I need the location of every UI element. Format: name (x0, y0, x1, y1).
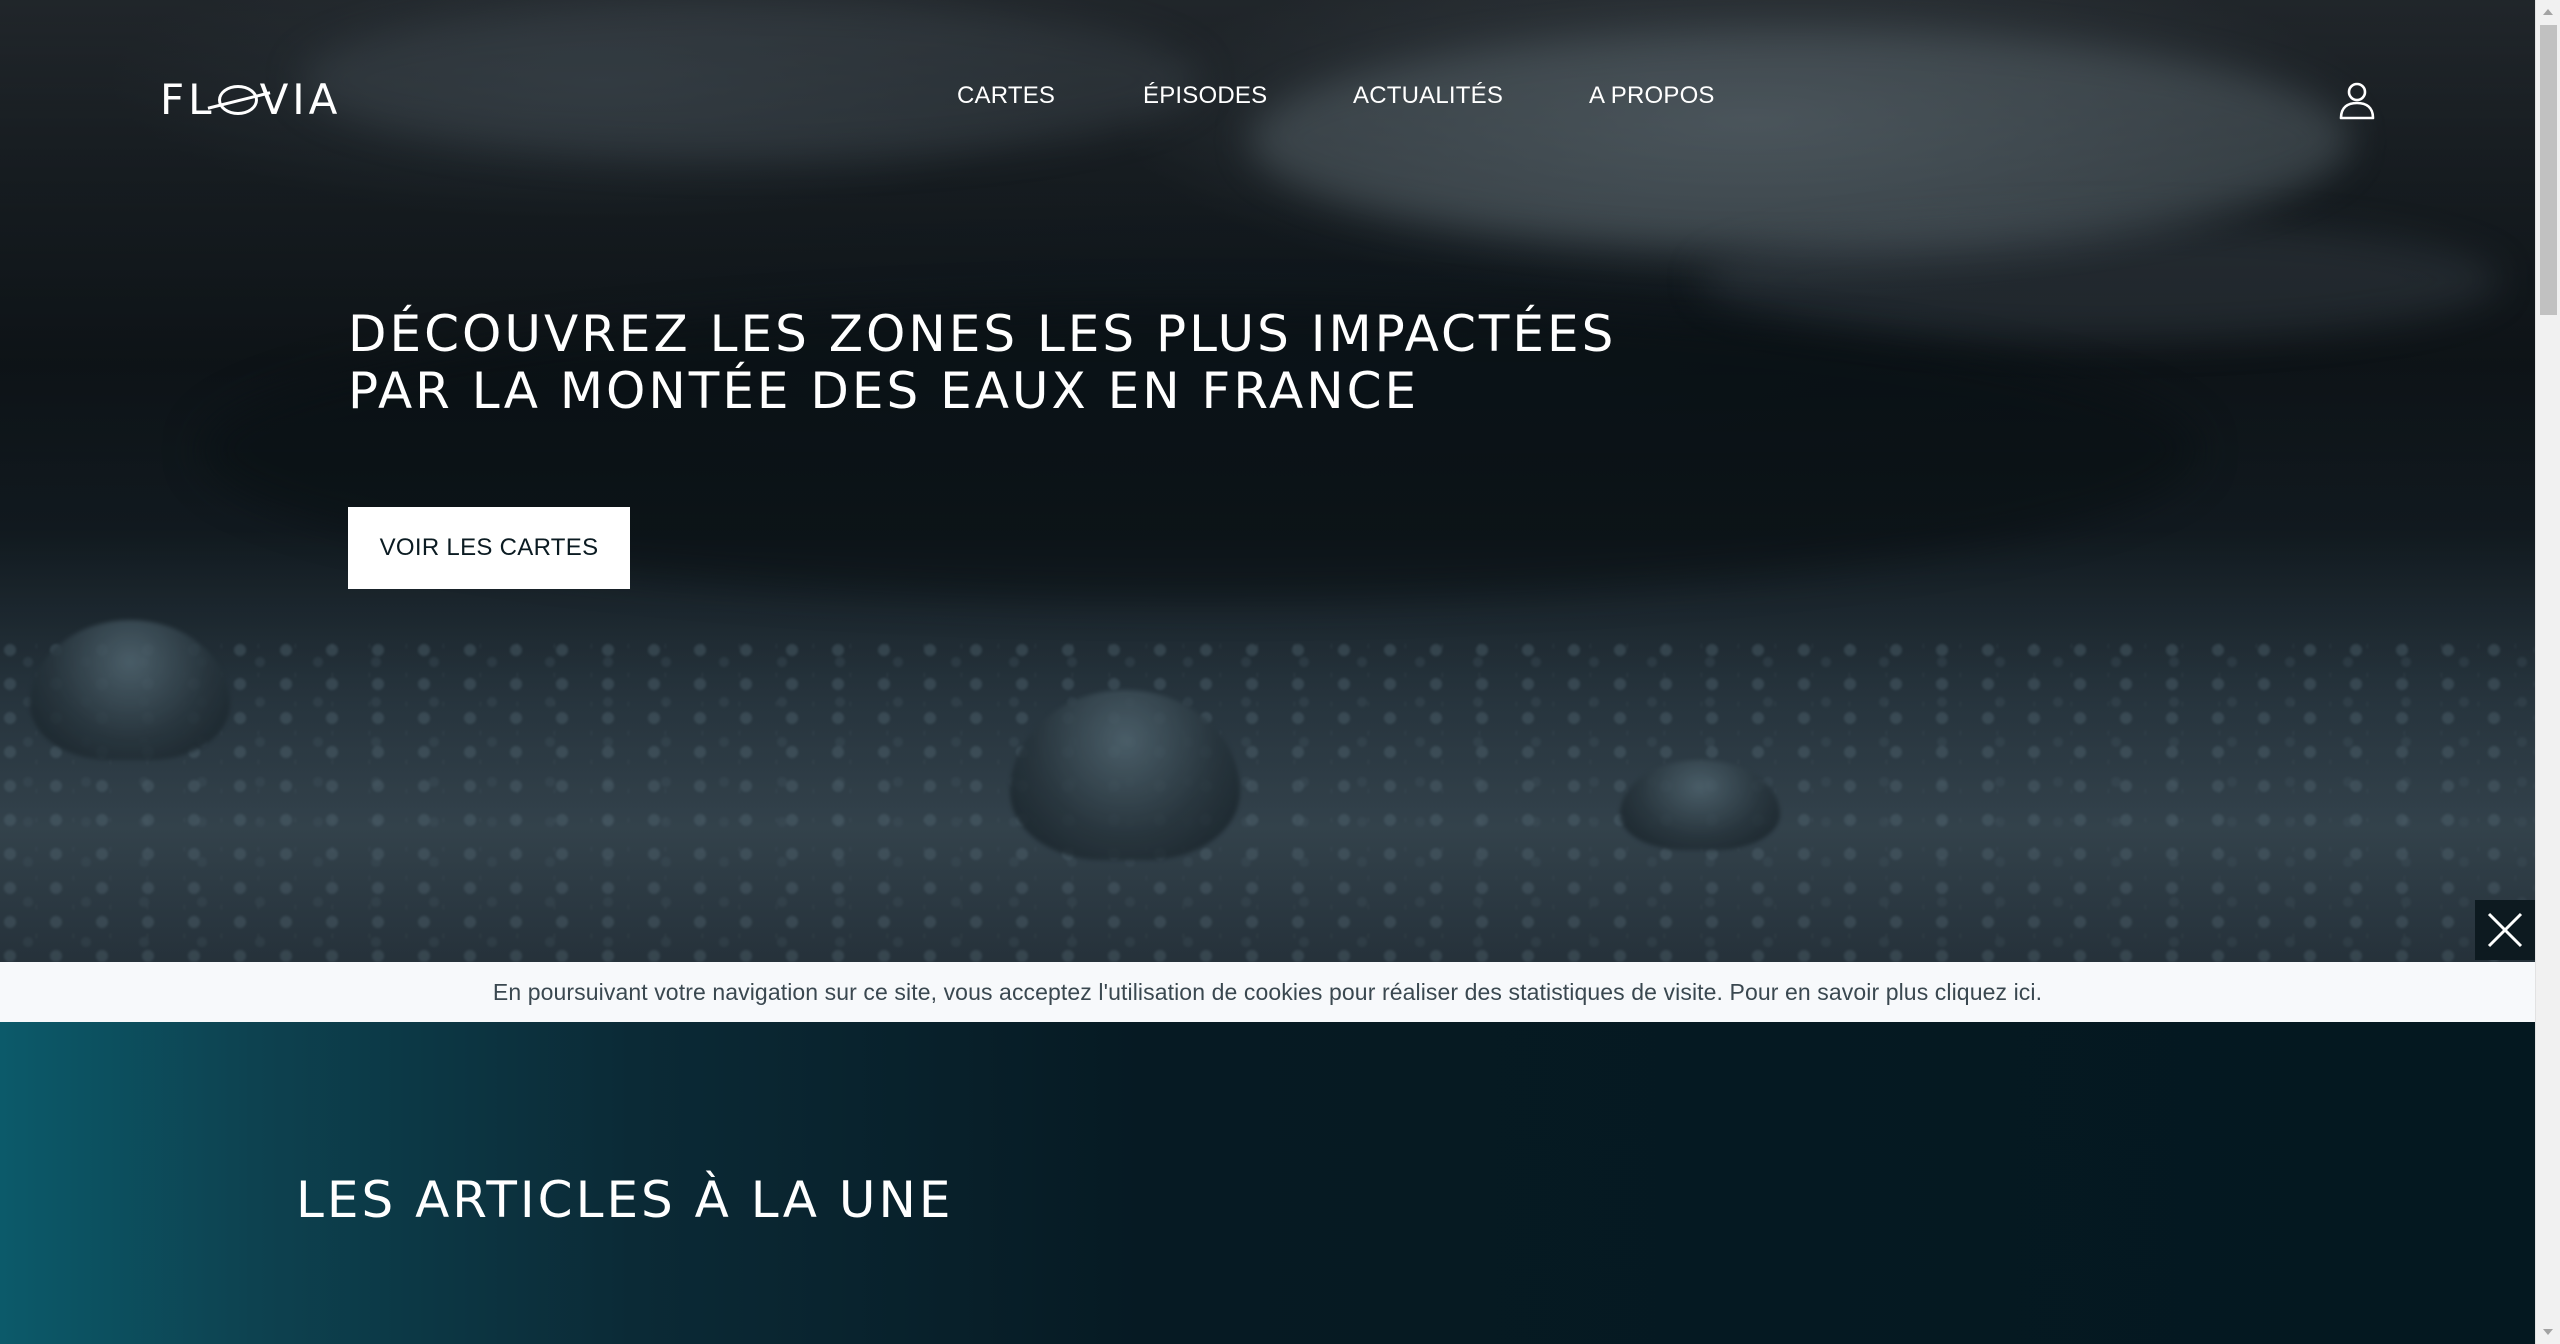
logo-text-left: FL (160, 75, 216, 124)
featured-articles-section: LES ARTICLES À LA UNE (0, 1022, 2535, 1344)
hero-title: DÉCOUVREZ LES ZONES LES PLUS IMPACTÉES P… (348, 305, 1617, 420)
logo[interactable]: FL VIA (160, 76, 341, 124)
logo-o-mark (217, 84, 258, 115)
view-maps-button[interactable]: VOIR LES CARTES (348, 507, 630, 589)
cookie-text[interactable]: En poursuivant votre navigation sur ce s… (493, 979, 2042, 1006)
close-icon (2487, 912, 2523, 948)
nav-item-actualites[interactable]: ACTUALITÉS (1353, 80, 1503, 112)
cookie-banner: En poursuivant votre navigation sur ce s… (0, 962, 2535, 1022)
nav-item-a-propos[interactable]: A PROPOS (1589, 80, 1715, 112)
scrollbar[interactable] (2535, 0, 2560, 1344)
hero-section: FL VIA CARTES ÉPISODES ACTUALITÉS A PROPO… (0, 0, 2535, 962)
logo-text-right: VIA (259, 75, 342, 124)
scroll-up-icon[interactable] (2543, 9, 2553, 15)
nav-item-cartes[interactable]: CARTES (957, 80, 1055, 112)
section-title: LES ARTICLES À LA UNE (296, 1171, 954, 1229)
hero-overlay (0, 0, 2535, 962)
cookie-close-button[interactable] (2475, 900, 2535, 960)
nav-item-episodes[interactable]: ÉPISODES (1143, 80, 1267, 112)
scrollbar-thumb[interactable] (2540, 25, 2557, 315)
scroll-down-icon[interactable] (2543, 1329, 2553, 1335)
user-account-button[interactable] (2336, 80, 2378, 122)
user-icon (2339, 82, 2375, 120)
page: FL VIA CARTES ÉPISODES ACTUALITÉS A PROPO… (0, 0, 2535, 1344)
